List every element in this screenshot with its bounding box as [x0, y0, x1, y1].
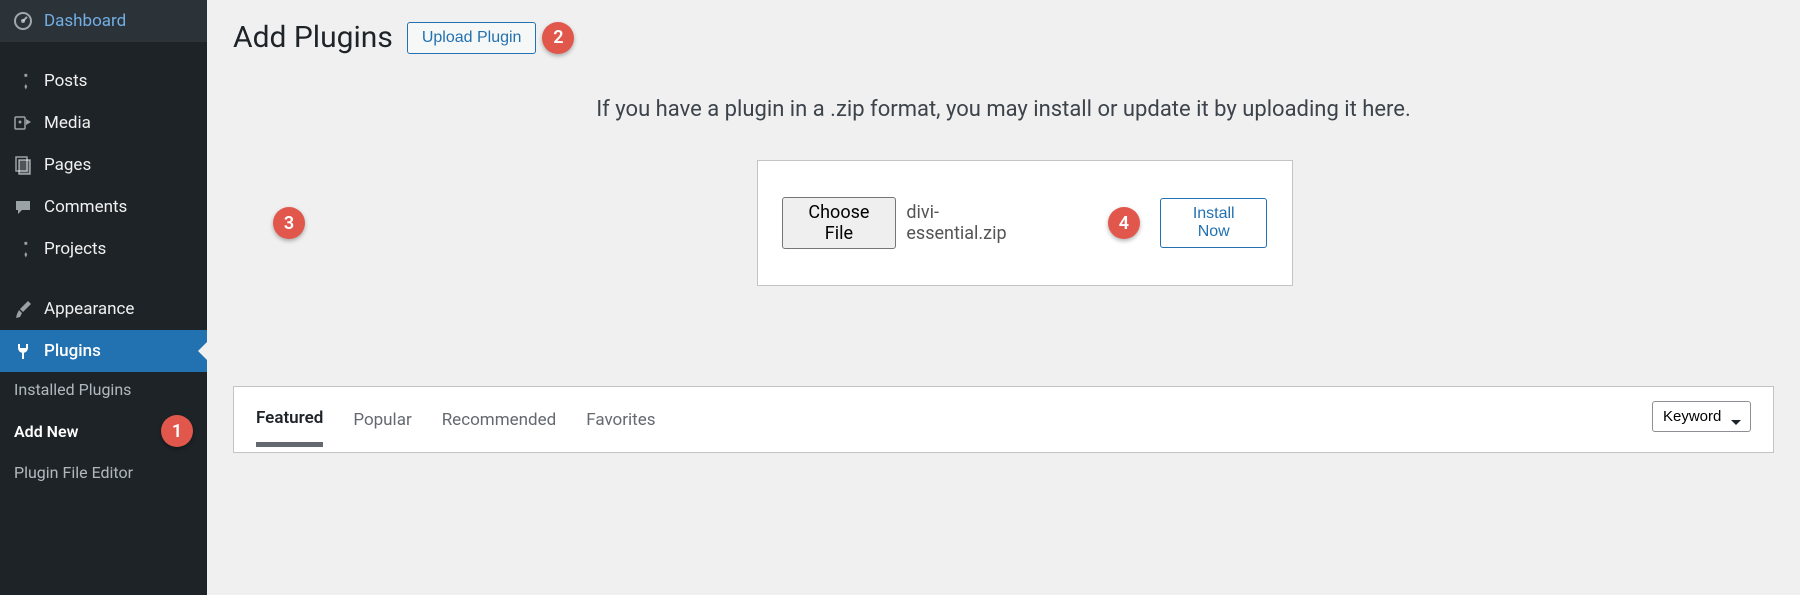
sidebar-sub-editor[interactable]: Plugin File Editor [0, 455, 207, 490]
page-title: Add Plugins [233, 20, 393, 55]
annotation-4: 4 [1108, 207, 1140, 239]
page-header: Add Plugins Upload Plugin 2 [233, 20, 1774, 55]
pin-icon [12, 70, 34, 92]
sidebar-label: Comments [44, 197, 127, 217]
sidebar-item-dashboard[interactable]: Dashboard [0, 0, 207, 42]
selected-file-name: divi-essential.zip [906, 202, 1038, 244]
sidebar-label: Posts [44, 71, 87, 91]
tab-popular[interactable]: Popular [353, 410, 411, 444]
sidebar-item-projects[interactable]: Projects [0, 228, 207, 270]
sidebar-label: Media [44, 113, 91, 133]
upload-box: Choose File divi-essential.zip 4 Install… [757, 160, 1293, 286]
main-content: Add Plugins Upload Plugin 2 If you have … [207, 0, 1800, 595]
sidebar-sub-addnew[interactable]: Add New 1 [0, 407, 207, 455]
upload-instruction: If you have a plugin in a .zip format, y… [233, 97, 1774, 122]
upload-plugin-button[interactable]: Upload Plugin [407, 22, 537, 54]
admin-sidebar: Dashboard Posts Media Pages Comments Pro… [0, 0, 207, 595]
sidebar-item-appearance[interactable]: Appearance [0, 288, 207, 330]
sidebar-item-pages[interactable]: Pages [0, 144, 207, 186]
plug-icon [12, 340, 34, 362]
sidebar-label: Pages [44, 155, 91, 175]
sidebar-sub-label: Add New [14, 422, 78, 441]
sidebar-sub-installed[interactable]: Installed Plugins [0, 372, 207, 407]
sidebar-label: Projects [44, 239, 106, 259]
dashboard-icon [12, 10, 34, 32]
sidebar-sub-label: Installed Plugins [14, 380, 131, 399]
annotation-3: 3 [273, 207, 305, 239]
sidebar-item-comments[interactable]: Comments [0, 186, 207, 228]
annotation-2: 2 [542, 22, 574, 54]
search-type-select-wrap: Keyword [1652, 401, 1751, 442]
tab-favorites[interactable]: Favorites [586, 410, 655, 444]
brush-icon [12, 298, 34, 320]
sidebar-label: Appearance [44, 299, 134, 319]
pin-icon [12, 238, 34, 260]
tab-featured[interactable]: Featured [256, 408, 323, 447]
plugin-filter-bar: Featured Popular Recommended Favorites K… [233, 386, 1774, 453]
search-type-select[interactable]: Keyword [1652, 401, 1751, 432]
sidebar-item-posts[interactable]: Posts [0, 60, 207, 102]
comments-icon [12, 196, 34, 218]
sidebar-label: Plugins [44, 341, 101, 361]
install-now-button[interactable]: Install Now [1160, 198, 1268, 248]
pages-icon [12, 154, 34, 176]
choose-file-button[interactable]: Choose File [782, 197, 897, 249]
sidebar-item-media[interactable]: Media [0, 102, 207, 144]
sidebar-label: Dashboard [44, 11, 126, 31]
sidebar-sub-label: Plugin File Editor [14, 463, 133, 482]
media-icon [12, 112, 34, 134]
tab-recommended[interactable]: Recommended [442, 410, 557, 444]
annotation-1: 1 [161, 415, 193, 447]
sidebar-item-plugins[interactable]: Plugins [0, 330, 207, 372]
